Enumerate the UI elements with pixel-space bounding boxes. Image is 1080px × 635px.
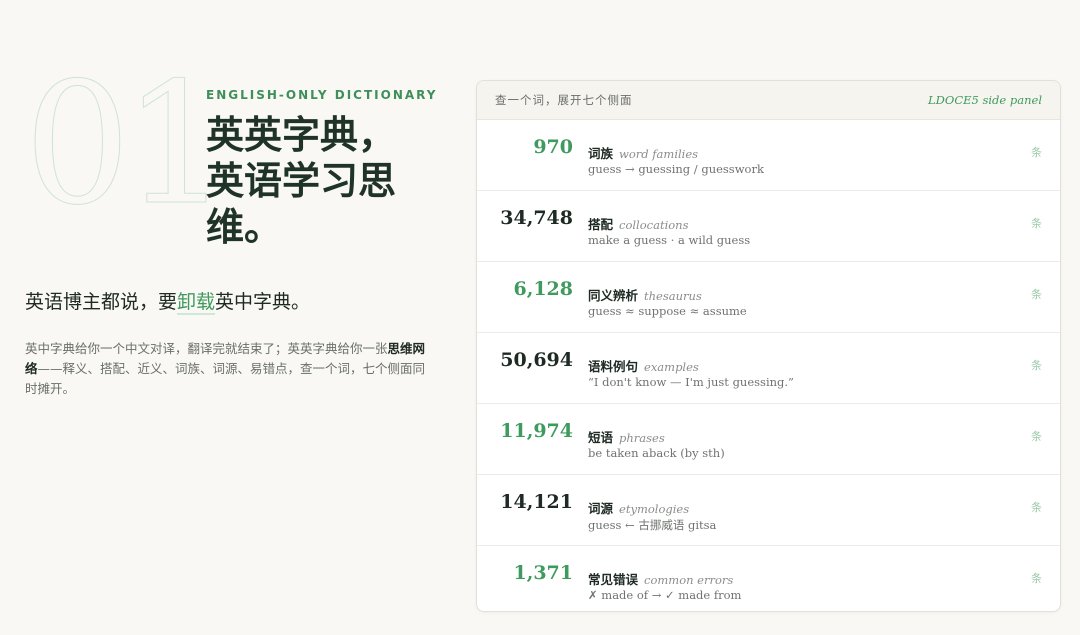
entry-count: 6,128 <box>513 278 574 300</box>
entry-unit: 条 <box>1031 359 1042 372</box>
list-item[interactable]: 34,748 搭配 collocations make a guess · a wil… <box>477 191 1060 262</box>
entry-title-zh: 语料例句 <box>588 359 639 374</box>
entry-title-en: examples <box>644 360 699 374</box>
list-item[interactable]: 1,371 常见错误 common errors ✗ made of → ✓ made… <box>477 546 1060 611</box>
entry-count: 50,694 <box>500 349 573 371</box>
entry-title: 常见错误 common errors <box>588 569 733 588</box>
entry-title-en: common errors <box>644 573 734 587</box>
entry-count: 1,371 <box>513 562 574 584</box>
panel-rows: 970 词族 word families guess → guessing / gue… <box>477 120 1060 611</box>
entry-example: guess ≈ suppose ≈ assume <box>588 304 747 318</box>
panel-header-source: LDOCE5 side panel <box>928 93 1042 107</box>
entry-count: 970 <box>533 136 573 158</box>
subhead-suffix: 英中字典。 <box>215 291 311 313</box>
entry-unit: 条 <box>1031 501 1042 514</box>
entry-title-zh: 常见错误 <box>588 572 639 587</box>
subhead-highlight: 卸载 <box>177 291 216 315</box>
entry-count: 34,748 <box>500 207 573 229</box>
entry-example: make a guess · a wild guess <box>588 233 751 247</box>
section-number: 01 <box>24 46 231 242</box>
entry-unit: 条 <box>1031 217 1042 230</box>
entry-title-zh: 搭配 <box>588 217 614 232</box>
entry-title-en: word families <box>619 147 699 161</box>
entry-title-zh: 词族 <box>588 146 614 161</box>
entry-title: 词源 etymologies <box>588 498 689 517</box>
entry-title-en: collocations <box>619 218 689 232</box>
entry-example: “I don't know — I'm just guessing.” <box>588 375 794 389</box>
list-item[interactable]: 11,974 短语 phrases be taken aback (by sth) 条 <box>477 404 1060 475</box>
description-part2: ——释义、搭配、近义、词族、词源、易错点，查一个词，七个侧面同时摊开。 <box>25 361 426 396</box>
entry-unit: 条 <box>1031 288 1042 301</box>
entry-unit: 条 <box>1031 430 1042 443</box>
entry-example: guess ← 古挪威语 gitsa <box>588 518 717 532</box>
entry-title-zh: 词源 <box>588 501 614 516</box>
entry-title: 短语 phrases <box>588 427 665 446</box>
section-kicker: ENGLISH-ONLY DICTIONARY <box>206 88 438 102</box>
entry-count: 11,974 <box>500 420 573 442</box>
entry-title-zh: 同义辨析 <box>588 288 639 303</box>
list-item[interactable]: 970 词族 word families guess → guessing / gue… <box>477 120 1060 191</box>
entry-title: 搭配 collocations <box>588 214 689 233</box>
list-item[interactable]: 6,128 同义辨析 thesaurus guess ≈ suppose ≈ assu… <box>477 262 1060 333</box>
entry-example: guess → guessing / guesswork <box>588 162 764 176</box>
entry-title-zh: 短语 <box>588 430 614 445</box>
entry-title: 语料例句 examples <box>588 356 699 375</box>
page-title: 英英字典，英语学习思维。 <box>206 112 397 249</box>
subhead: 英语博主都说，要卸载英中字典。 <box>25 287 311 315</box>
description: 英中字典给你一个中文对译，翻译完就结束了；英英字典给你一张思维网络——释义、搭配… <box>25 339 435 399</box>
entry-title: 同义辨析 thesaurus <box>588 285 702 304</box>
entry-title: 词族 word families <box>588 143 698 162</box>
panel-header-title: 查一个词，展开七个侧面 <box>495 93 633 107</box>
entry-count: 14,121 <box>500 491 573 513</box>
description-part1: 英中字典给你一个中文对译，翻译完就结束了；英英字典给你一张 <box>25 341 388 356</box>
side-panel: 查一个词，展开七个侧面 LDOCE5 side panel 970 词族 word … <box>476 80 1061 612</box>
entry-title-en: thesaurus <box>644 289 702 303</box>
entry-unit: 条 <box>1031 572 1042 585</box>
entry-unit: 条 <box>1031 146 1042 159</box>
subhead-prefix: 英语博主都说，要 <box>25 291 178 313</box>
list-item[interactable]: 14,121 词源 etymologies guess ← 古挪威语 gitsa 条 <box>477 475 1060 546</box>
entry-example: ✗ made of → ✓ made from <box>588 588 742 602</box>
panel-header: 查一个词，展开七个侧面 LDOCE5 side panel <box>477 81 1060 120</box>
entry-title-en: phrases <box>619 431 665 445</box>
entry-title-en: etymologies <box>619 502 690 516</box>
list-item[interactable]: 50,694 语料例句 examples “I don't know — I'm ju… <box>477 333 1060 404</box>
entry-example: be taken aback (by sth) <box>588 446 725 460</box>
